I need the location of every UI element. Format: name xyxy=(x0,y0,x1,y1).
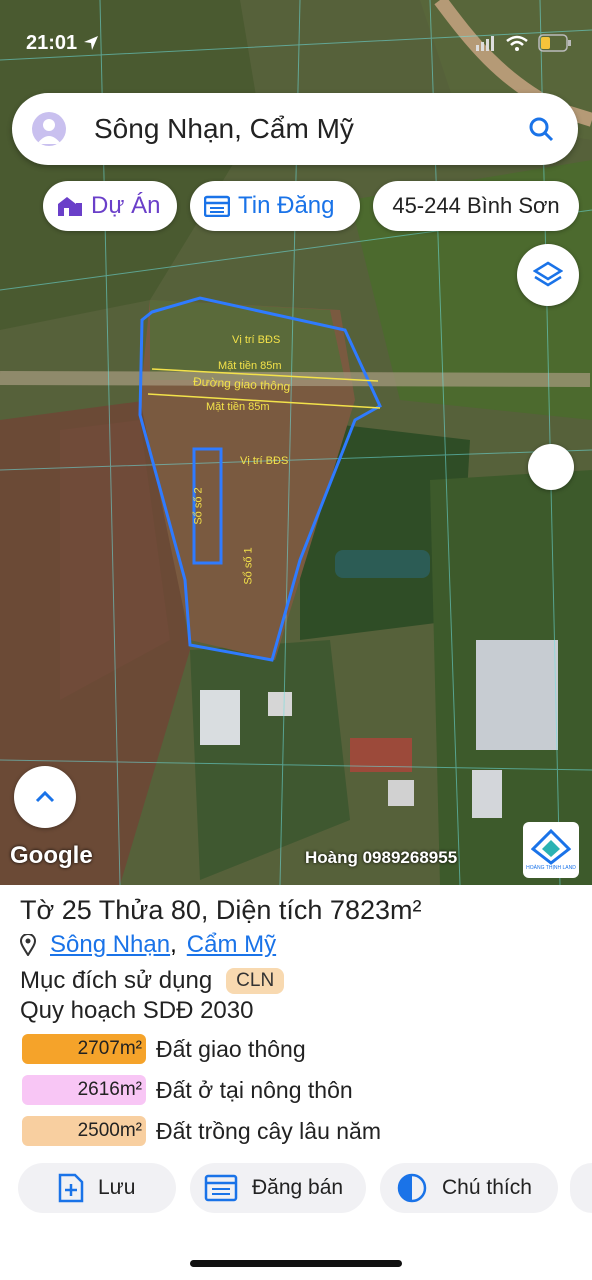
search-title: Sông Nhạn, Cẩm Mỹ xyxy=(94,113,354,144)
label-vi-tri-2: Vị trí BĐS xyxy=(240,455,289,467)
calendar-list-icon xyxy=(204,195,230,217)
location-chip[interactable]: 45-244 Bình Sơn xyxy=(373,181,579,231)
company-logo: HOÀNG THỊNH LAND xyxy=(523,822,579,878)
tin-dang-label: Tin Đăng xyxy=(238,192,335,219)
search-bar[interactable]: Sông Nhạn, Cẩm Mỹ xyxy=(12,93,578,165)
place-link-1[interactable]: Sông Nhạn xyxy=(50,931,170,959)
user-icon xyxy=(37,119,61,144)
save-label: Lưu xyxy=(98,1176,136,1199)
legend-label: Đất ở tại nông thôn xyxy=(156,1076,353,1103)
listing-icon xyxy=(204,1174,238,1202)
map-control-button[interactable] xyxy=(528,444,574,490)
location-arrow-icon xyxy=(84,36,99,50)
label-so-1: Sổ số 1 xyxy=(242,547,255,585)
location-chip-label: 45-244 Bình Sơn xyxy=(392,193,560,218)
more-actions-button[interactable] xyxy=(570,1163,592,1213)
legend-label: Đất trồng cây lâu năm xyxy=(156,1117,382,1144)
legend-button-label: Chú thích xyxy=(442,1176,532,1199)
purpose-badge: CLN xyxy=(226,968,285,994)
legend-label: Đất giao thông xyxy=(156,1035,306,1062)
add-document-icon xyxy=(58,1173,84,1203)
parcel-title: Tờ 25 Thửa 80, Diện tích 7823m² xyxy=(20,895,422,925)
legend-button[interactable]: Chú thích xyxy=(380,1163,558,1213)
legend-swatch: 2500m² xyxy=(22,1116,146,1146)
du-an-chip[interactable]: Dự Án xyxy=(43,181,177,231)
parcel-info-panel: Tờ 25 Thửa 80, Diện tích 7823m² Sông Nhạ… xyxy=(0,885,592,1280)
half-circle-icon xyxy=(397,1173,427,1203)
clock-time: 21:01 xyxy=(26,31,78,54)
sell-label: Đăng bán xyxy=(252,1176,344,1199)
du-an-label: Dự Án xyxy=(91,192,161,219)
wifi-icon xyxy=(506,35,528,51)
label-vi-tri-1: Vị trí BĐS xyxy=(232,334,281,346)
chevron-up-icon xyxy=(35,790,55,803)
save-button[interactable]: Lưu xyxy=(18,1163,176,1213)
layers-icon xyxy=(533,261,563,287)
place-link-2[interactable]: Cẩm Mỹ xyxy=(187,931,276,959)
purpose-row: Mục đích sử dụng CLN xyxy=(20,967,285,995)
expand-panel-button[interactable] xyxy=(14,766,76,828)
clock: 21:01 xyxy=(26,32,99,55)
label-so-2: Sổ số 2 xyxy=(192,487,205,525)
tin-dang-chip[interactable]: Tin Đăng xyxy=(190,181,360,231)
legend-swatch: 2707m² xyxy=(22,1034,146,1064)
logo-mark-icon xyxy=(531,829,571,865)
legend-item-cay-lau-nam: 2500m² Đất trồng cây lâu năm xyxy=(22,1115,381,1147)
battery-icon xyxy=(538,34,571,52)
layers-button[interactable] xyxy=(517,244,579,306)
building-icon xyxy=(58,197,82,216)
agent-watermark: Hoàng 0989268955 xyxy=(305,848,458,867)
legend-swatch: 2616m² xyxy=(22,1075,146,1105)
home-indicator xyxy=(190,1260,402,1267)
legend-item-dat-o: 2616m² Đất ở tại nông thôn xyxy=(22,1074,353,1106)
legend-item-giao-thong: 2707m² Đất giao thông xyxy=(22,1033,306,1065)
google-watermark: Google xyxy=(10,842,93,869)
search-icon[interactable] xyxy=(528,116,554,142)
place-separator: , xyxy=(170,931,177,958)
label-mat-tien-1: Mặt tiền 85m xyxy=(218,360,282,372)
parcel-location: Sông Nhạn , Cẩm Mỹ xyxy=(20,931,276,959)
purpose-label: Mục đích sử dụng xyxy=(20,967,213,994)
sell-button[interactable]: Đăng bán xyxy=(190,1163,366,1213)
cellular-icon xyxy=(476,36,494,51)
logo-text: HOÀNG THỊNH LAND xyxy=(526,865,576,871)
avatar[interactable] xyxy=(32,112,66,146)
map-view[interactable]: 21:01 Sông Nhạn, Cẩm Mỹ Dự Án Tin Đăng 4… xyxy=(0,0,592,885)
status-bar: 21:01 xyxy=(26,28,572,58)
pin-icon xyxy=(20,934,36,956)
label-mat-tien-2: Mặt tiền 85m xyxy=(206,401,270,413)
plan-title: Quy hoạch SDĐ 2030 xyxy=(20,997,254,1024)
